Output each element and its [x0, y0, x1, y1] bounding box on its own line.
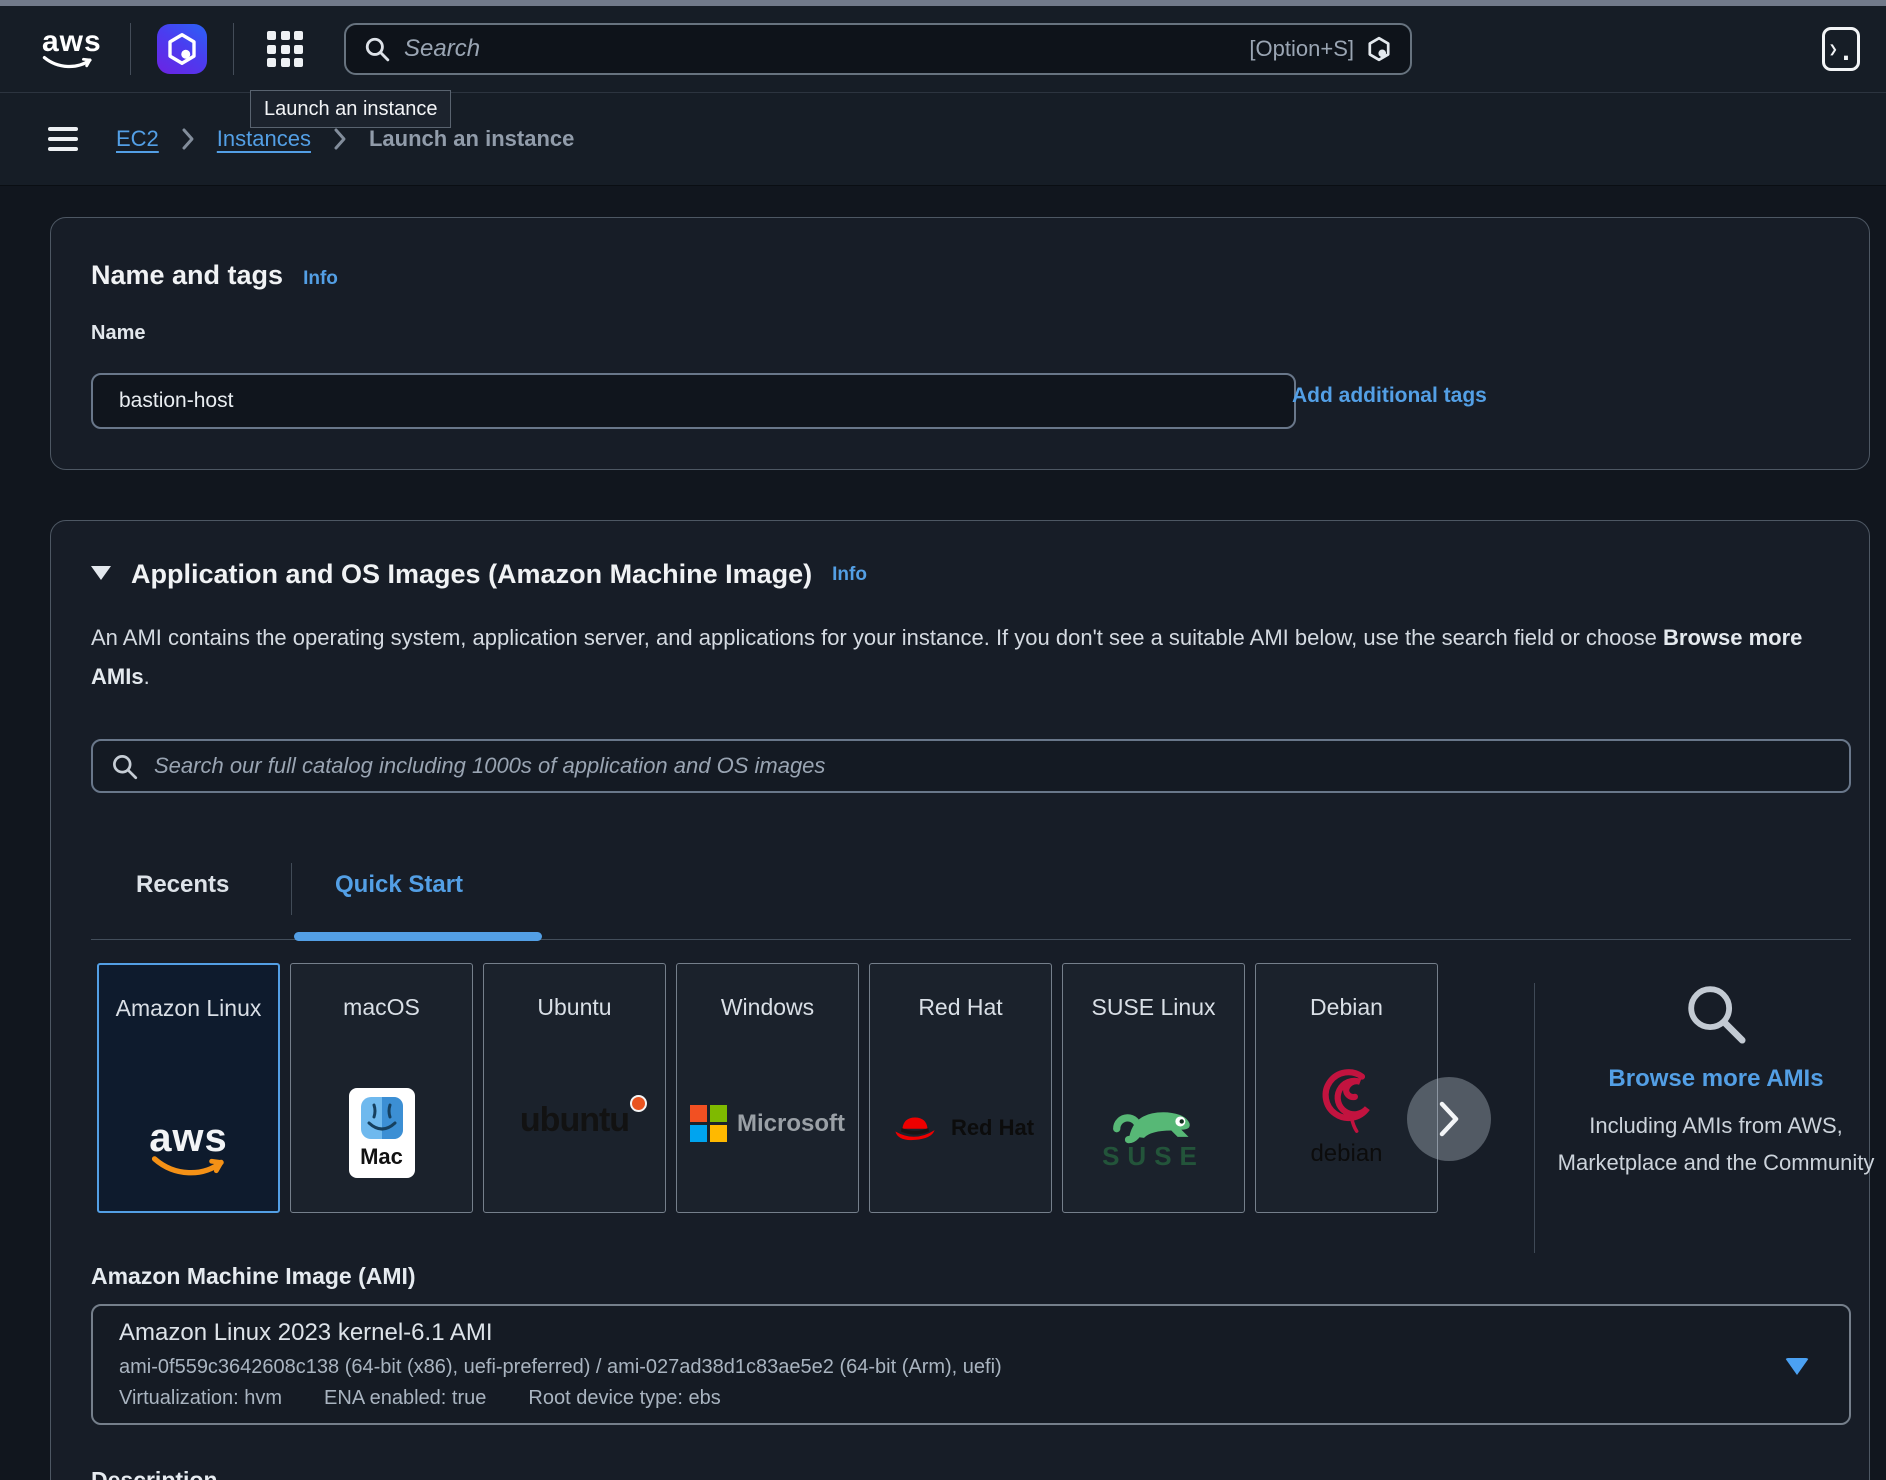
chevron-right-icon: [333, 127, 347, 151]
tab-recents[interactable]: Recents: [136, 871, 229, 899]
os-option-debian[interactable]: Debian debian: [1255, 963, 1438, 1213]
add-additional-tags-link[interactable]: Add additional tags: [1292, 384, 1487, 408]
ami-section-description: An AMI contains the operating system, ap…: [91, 618, 1851, 696]
active-tab-indicator: [294, 932, 542, 941]
name-and-tags-title: Name and tags: [91, 260, 283, 291]
ami-section-title: Application and OS Images (Amazon Machin…: [131, 559, 812, 590]
browse-more-amis-block: Browse more AMIs Including AMIs from AWS…: [1551, 979, 1881, 1181]
ami-ena-enabled: ENA enabled: true: [324, 1387, 486, 1410]
topbar-divider: [233, 23, 234, 75]
suse-logo-icon: SUSE: [1063, 1085, 1244, 1172]
browse-more-amis-link[interactable]: Browse more AMIs: [1551, 1065, 1881, 1093]
os-carousel-next-button[interactable]: [1407, 1077, 1491, 1161]
ami-root-device: Root device type: ebs: [528, 1387, 720, 1410]
macos-finder-logo-icon: Mac: [291, 1088, 472, 1178]
os-option-suse-linux[interactable]: SUSE Linux SUSE: [1062, 963, 1245, 1213]
amazon-q-hexagon-icon: [164, 31, 200, 67]
red-hat-logo-icon: Red Hat: [870, 1110, 1051, 1146]
tab-divider: [291, 863, 292, 915]
grid-menu-tooltip: Launch an instance: [250, 90, 451, 128]
aws-logo-text: aws: [42, 29, 94, 55]
ami-section-info-link[interactable]: Info: [832, 564, 867, 586]
breadcrumb-current-page: Launch an instance: [369, 126, 574, 152]
os-option-amazon-linux[interactable]: Amazon Linux aws: [97, 963, 280, 1213]
ami-selected-details: Virtualization: hvm ENA enabled: true Ro…: [119, 1387, 1823, 1410]
collapse-section-icon[interactable]: [91, 566, 111, 580]
search-icon: [364, 36, 390, 62]
ubuntu-logo-icon: ubuntu: [484, 1101, 665, 1140]
ami-virtualization: Virtualization: hvm: [119, 1387, 282, 1410]
chevron-right-icon: [181, 127, 195, 151]
dropdown-caret-icon: [1785, 1358, 1809, 1375]
name-field-label: Name: [91, 322, 145, 345]
amazon-linux-logo-icon: aws: [99, 1121, 278, 1177]
browse-more-amis-subtitle: Including AMIs from AWS, Marketplace and…: [1551, 1107, 1881, 1181]
name-and-tags-panel: Name and tags Info Name Add additional t…: [50, 217, 1870, 470]
breadcrumb-link-ec2[interactable]: EC2: [116, 126, 159, 152]
microsoft-logo-icon: Microsoft: [677, 1105, 858, 1142]
os-option-ubuntu[interactable]: Ubuntu ubuntu: [483, 963, 666, 1213]
top-navigation-bar: aws [Option+S] ❯.: [0, 6, 1886, 93]
os-option-red-hat[interactable]: Red Hat Red Hat: [869, 963, 1052, 1213]
services-grid-menu-button[interactable]: [266, 30, 304, 68]
browse-divider: [1534, 983, 1535, 1253]
instance-name-input[interactable]: [91, 373, 1296, 429]
ami-tabs: Recents Quick Start: [51, 871, 1869, 921]
ami-selected-ids: ami-0f559c3642608c138 (64-bit (x86), uef…: [119, 1356, 1823, 1379]
ami-selected-title: Amazon Linux 2023 kernel-6.1 AMI: [119, 1319, 1823, 1347]
aws-logo[interactable]: aws: [42, 29, 94, 70]
name-and-tags-info-link[interactable]: Info: [303, 268, 338, 290]
breadcrumb-link-instances[interactable]: Instances: [217, 126, 311, 152]
application-os-images-panel: Application and OS Images (Amazon Machin…: [50, 520, 1870, 1480]
os-option-windows[interactable]: Windows Microsoft: [676, 963, 859, 1213]
os-options-row: Amazon Linux aws macOS: [97, 963, 1438, 1213]
amazon-q-app-icon[interactable]: [157, 24, 207, 74]
description-label: Description: [91, 1467, 218, 1480]
global-search-input[interactable]: [404, 35, 1249, 63]
ami-catalog-search-input[interactable]: [154, 753, 1831, 779]
cloudshell-icon[interactable]: ❯.: [1822, 27, 1860, 71]
ami-catalog-search-bar[interactable]: [91, 739, 1851, 793]
os-option-macos[interactable]: macOS Mac: [290, 963, 473, 1213]
global-search-bar[interactable]: [Option+S]: [344, 23, 1412, 75]
browse-search-icon: [1681, 979, 1751, 1049]
tab-quick-start[interactable]: Quick Start: [335, 871, 463, 899]
topbar-divider: [130, 23, 131, 75]
ami-dropdown-label: Amazon Machine Image (AMI): [91, 1263, 416, 1290]
search-shortcut-hint: [Option+S]: [1249, 36, 1354, 62]
chevron-right-icon: [1436, 1100, 1462, 1138]
search-icon: [111, 753, 138, 780]
ami-select-dropdown[interactable]: Amazon Linux 2023 kernel-6.1 AMI ami-0f5…: [91, 1304, 1851, 1425]
side-menu-hamburger-button[interactable]: [48, 127, 80, 151]
amazon-q-hexagon-icon: [1366, 36, 1392, 62]
